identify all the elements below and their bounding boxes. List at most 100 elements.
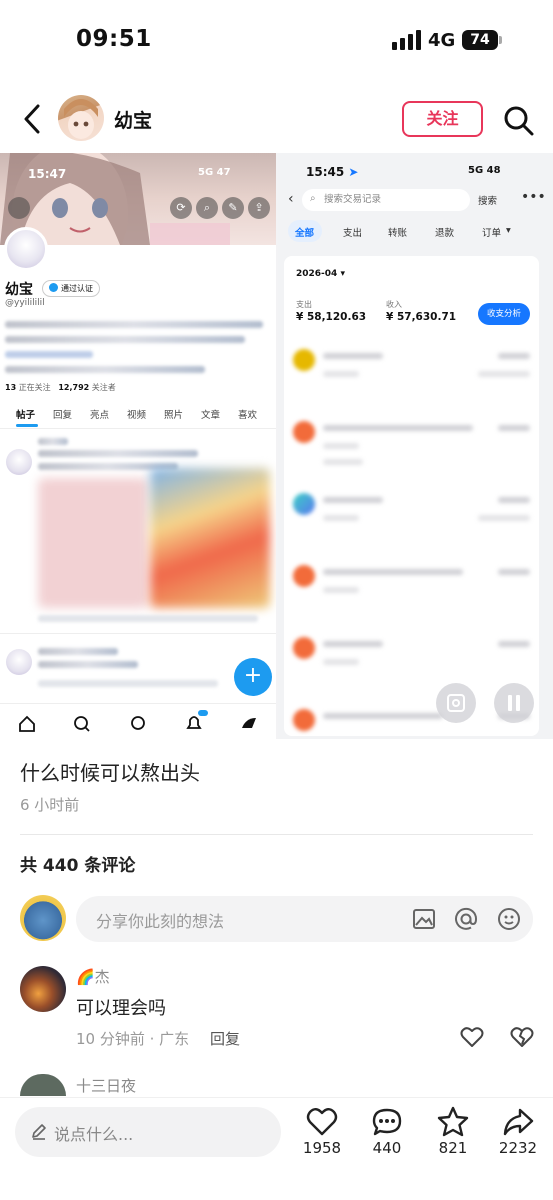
blurred-text — [498, 641, 530, 647]
comment-text: 可以理会吗 — [76, 998, 166, 1019]
comment-count: 共 440 条评论 — [20, 856, 136, 876]
dislike-comment-icon[interactable] — [510, 1026, 534, 1048]
blurred-text — [323, 659, 359, 665]
tab-highlights: 亮点 — [90, 410, 110, 421]
shot-profile-handle: @yyilililil — [5, 298, 45, 308]
blurred-text — [323, 569, 463, 575]
pause-icon — [494, 683, 534, 723]
tweet-avatar — [6, 649, 32, 675]
blurred-text — [498, 425, 530, 431]
blurred-text — [323, 425, 473, 431]
income-amount: ¥ 57,630.71 — [386, 311, 457, 323]
share-icon[interactable] — [502, 1107, 534, 1137]
blurred-bio-line — [5, 366, 205, 373]
blurred-text — [323, 713, 443, 719]
shot-status-signal: 5G 47 — [198, 167, 231, 178]
blurred-text — [498, 497, 530, 503]
commenter-avatar[interactable] — [20, 966, 66, 1012]
star-count[interactable]: 821 — [423, 1139, 483, 1157]
blurred-text — [323, 641, 383, 647]
shot-back-icon — [8, 197, 30, 219]
divider — [0, 703, 276, 704]
status-time: 09:51 — [76, 26, 152, 52]
blurred-text — [323, 587, 359, 593]
month-selector: 2026-04 ▾ — [296, 269, 345, 279]
blurred-actions — [38, 680, 218, 687]
comment-input-placeholder[interactable]: 分享你此刻的想法 — [96, 908, 224, 932]
shot-back-icon: ‹ — [288, 191, 294, 207]
expense-label: 支出 — [296, 300, 312, 309]
transactions-screenshot: 15:45 ➤ 5G 48 ‹ 搜索交易记录 ⌕ 搜索 ••• 全部 支出 转账… — [278, 153, 553, 739]
blurred-bio-line — [5, 321, 263, 328]
back-arrow-icon[interactable] — [18, 102, 48, 136]
blurred-text — [38, 450, 198, 457]
author-avatar[interactable] — [58, 95, 104, 141]
image-icon[interactable] — [412, 907, 436, 931]
divider — [0, 428, 276, 429]
like-icon[interactable] — [306, 1107, 338, 1137]
blurred-bio-link — [5, 351, 93, 358]
shot-profile-name: 幼宝 — [5, 282, 33, 298]
author-name[interactable]: 幼宝 — [114, 106, 152, 133]
blurred-bio-line — [5, 336, 245, 343]
like-count[interactable]: 1958 — [292, 1139, 352, 1157]
expense-amount: ¥ 58,120.63 — [296, 311, 367, 323]
shot-profile-avatar — [4, 227, 48, 271]
shot-status-signal: 5G 48 — [468, 165, 501, 176]
shot-search-icon: ⌕ — [196, 197, 218, 219]
tab-videos: 视频 — [127, 410, 147, 421]
battery-tip — [499, 36, 502, 44]
blurred-text — [38, 661, 138, 668]
profile-screenshot: 15:47 5G 47 ⟳ ⌕ ✎ ⇪ 幼宝 通过认证 @yyilililil … — [0, 153, 276, 739]
divider — [20, 834, 533, 835]
comment-icon[interactable] — [371, 1107, 403, 1137]
tab-all: 全部 — [295, 228, 315, 239]
shot-share-icon: ⇪ — [248, 197, 270, 219]
scan-icon — [436, 683, 476, 723]
comment-count-bar[interactable]: 440 — [357, 1139, 417, 1157]
post-caption: 什么时候可以熬出头 — [20, 761, 200, 785]
pencil-icon — [32, 1124, 46, 1140]
share-count[interactable]: 2232 — [488, 1139, 548, 1157]
verified-check-icon — [49, 283, 58, 292]
say-something-placeholder[interactable]: 说点什么... — [54, 1121, 133, 1145]
tab-photos: 照片 — [164, 410, 184, 421]
blurred-text — [38, 648, 118, 655]
star-icon[interactable] — [437, 1106, 469, 1137]
cellular-signal-icon — [392, 30, 421, 50]
commenter-name[interactable]: 🌈杰 — [76, 966, 110, 987]
commenter-name[interactable]: 十三日夜 — [76, 1075, 136, 1096]
profile-tabs: 帖子 回复 亮点 视频 照片 文章 喜欢 — [0, 404, 276, 428]
tab-articles: 文章 — [201, 410, 221, 421]
mention-icon[interactable] — [454, 907, 478, 931]
blurred-text — [498, 569, 530, 575]
like-comment-icon[interactable] — [460, 1026, 484, 1048]
search-icon[interactable] — [502, 104, 534, 136]
blurred-image — [38, 478, 148, 608]
shot-status-time: 15:47 — [28, 167, 67, 181]
summary-card — [284, 256, 539, 736]
blurred-text — [498, 353, 530, 359]
compose-fab-icon: + — [234, 658, 272, 696]
analyze-button: 收支分析 — [478, 303, 530, 325]
blurred-text — [323, 371, 359, 377]
blurred-text — [38, 438, 68, 445]
emoji-icon[interactable] — [497, 907, 521, 931]
transaction-icon — [293, 493, 315, 515]
tab-filter: 筛选 ▾ — [504, 225, 516, 325]
follow-button[interactable]: 关注 — [402, 101, 483, 137]
network-type: 4G — [428, 30, 456, 51]
transaction-icon — [293, 637, 315, 659]
tab-expense: 支出 — [343, 228, 363, 239]
comment-meta: 10 分钟前 · 广东 — [76, 1030, 190, 1048]
shot-search-button: 搜索 — [478, 196, 498, 207]
tab-transfer: 转账 — [388, 228, 408, 239]
divider — [0, 633, 276, 634]
shot-refresh-icon: ⟳ — [170, 197, 192, 219]
blurred-image — [150, 468, 270, 608]
post-image[interactable]: 15:47 5G 47 ⟳ ⌕ ✎ ⇪ 幼宝 通过认证 @yyilililil … — [0, 153, 553, 739]
shot-more-icon: ••• — [521, 189, 546, 205]
commenter-avatar[interactable] — [20, 1074, 66, 1096]
reply-button[interactable]: 回复 — [210, 1028, 240, 1049]
tab-refund: 退款 — [435, 228, 455, 239]
